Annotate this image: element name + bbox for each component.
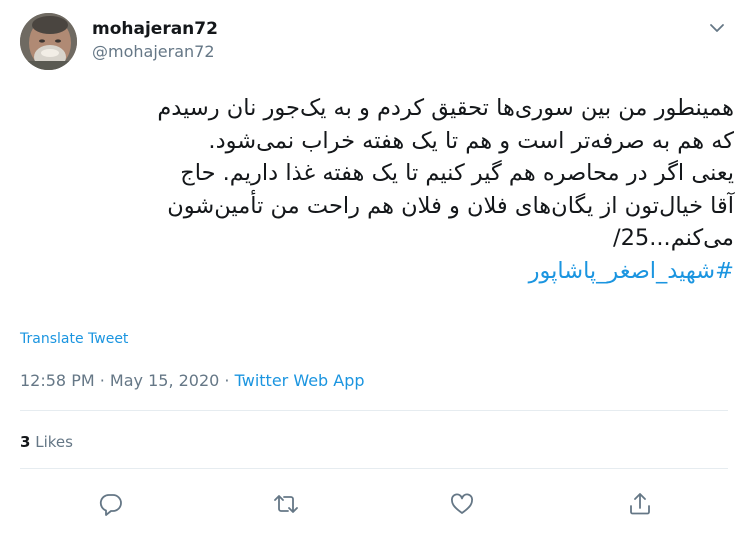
like-icon[interactable]: [447, 489, 477, 519]
likes-stat[interactable]: 3 Likes: [20, 433, 73, 451]
display-name[interactable]: mohajeran72: [92, 18, 218, 40]
tweet-date[interactable]: May 15, 2020: [110, 371, 219, 390]
avatar-image: [20, 13, 77, 70]
tweet-text: همینطور من بین سوری‌ها تحقیق کردم و به ی…: [14, 92, 734, 287]
avatar[interactable]: [20, 13, 77, 70]
translate-tweet-link[interactable]: Translate Tweet: [20, 331, 128, 347]
tweet-meta: 12:58 PM · May 15, 2020 · Twitter Web Ap…: [20, 371, 365, 390]
tweet-time[interactable]: 12:58 PM: [20, 371, 95, 390]
tweet-source-link[interactable]: Twitter Web App: [235, 371, 365, 390]
chevron-down-icon[interactable]: [706, 17, 728, 39]
tweet-line: یعنی اگر در محاصره هم گیر کنیم تا یک هفت…: [180, 160, 734, 186]
share-icon[interactable]: [625, 489, 655, 519]
author-names: mohajeran72 @mohajeran72: [92, 18, 218, 63]
tweet-line: که هم به صرفه‌تر است و هم تا یک هفته خرا…: [208, 127, 734, 154]
reply-icon[interactable]: [96, 489, 126, 519]
tweet-line: می‌کنم...25/: [613, 225, 734, 251]
tweet-line: همینطور من بین سوری‌ها تحقیق کردم و به ی…: [157, 95, 734, 121]
likes-label: Likes: [35, 433, 73, 451]
tweet-header: mohajeran72 @mohajeran72: [20, 13, 728, 73]
meta-separator: ·: [219, 371, 235, 390]
handle[interactable]: @mohajeran72: [92, 41, 218, 63]
tweet-line: آقا خیال‌تون از یگان‌های فلان و فلان هم …: [167, 192, 734, 219]
tweet-actions: [0, 489, 748, 519]
likes-count: 3: [20, 433, 31, 451]
meta-separator: ·: [94, 371, 110, 390]
divider: [20, 410, 728, 411]
divider: [20, 468, 728, 469]
hashtag-link[interactable]: #شهید_اصغر_پاشاپور: [529, 258, 734, 284]
retweet-icon[interactable]: [271, 489, 301, 519]
